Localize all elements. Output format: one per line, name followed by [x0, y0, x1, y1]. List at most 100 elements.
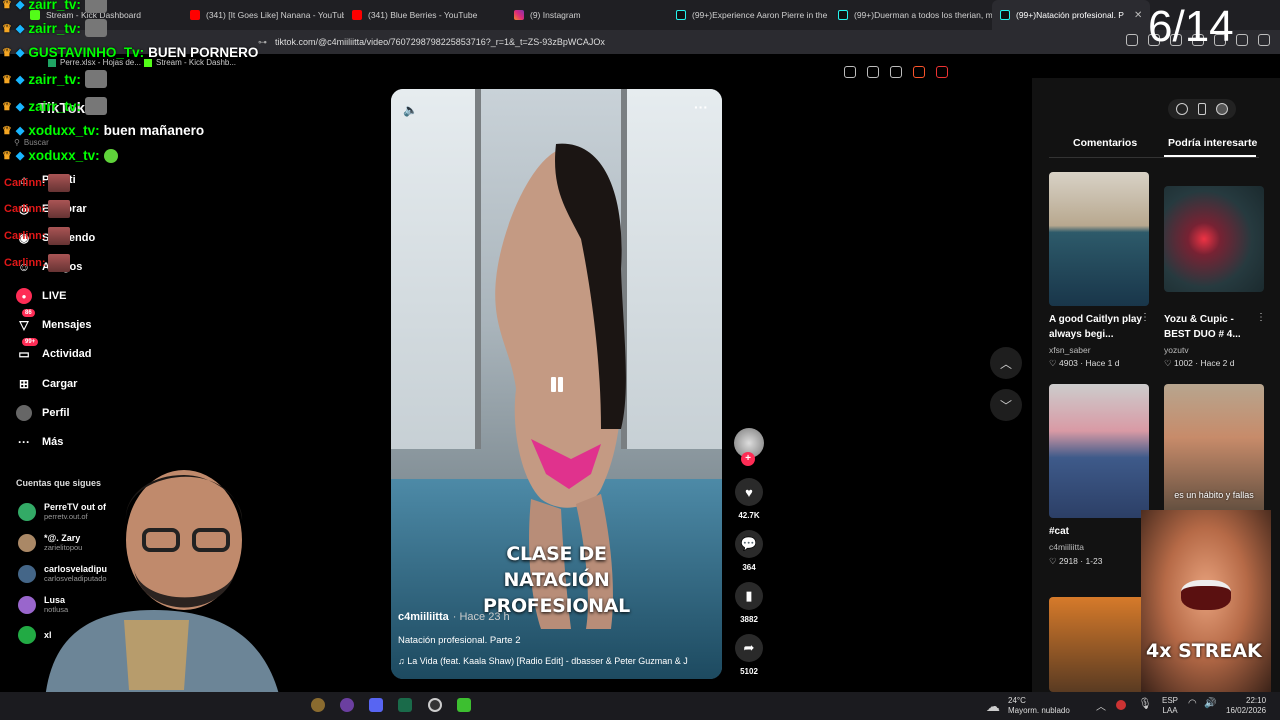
- weather-widget[interactable]: 24°C Mayorm. nublado: [1008, 696, 1070, 716]
- taskbar: [0, 692, 1280, 720]
- profile-avatar-icon[interactable]: [1216, 103, 1228, 115]
- volume-icon[interactable]: 🔈: [403, 103, 418, 117]
- sidebar-item-cargar[interactable]: ⊞ Cargar: [16, 376, 78, 392]
- tab-tiktok-aaron[interactable]: (99+)Experience Aaron Pierre in the: [668, 0, 830, 30]
- app-icon[interactable]: [340, 698, 354, 712]
- share-icon: ➦: [735, 634, 763, 662]
- card-user[interactable]: xfsn_saber: [1049, 345, 1091, 355]
- tab-tiktok-natacion[interactable]: (99+)Natación profesional. P ✕: [992, 0, 1150, 30]
- close-tab-icon[interactable]: ✕: [1134, 10, 1142, 21]
- emote-icon: [103, 148, 118, 163]
- extension-icon[interactable]: [1236, 34, 1248, 46]
- network-icon[interactable]: [1116, 700, 1126, 710]
- heart-icon: ♥: [735, 478, 763, 506]
- tab-youtube-nanana[interactable]: (341) [It Goes Like] Nanana - YouTube: [182, 0, 344, 30]
- weather-icon[interactable]: ☁: [986, 698, 1000, 715]
- card-user[interactable]: yozutv: [1164, 345, 1189, 355]
- rewards-icon[interactable]: [936, 66, 948, 78]
- emote-icon: [84, 70, 107, 88]
- kick-app-icon[interactable]: [457, 698, 471, 712]
- heart-outline-icon: ♡: [1164, 358, 1174, 368]
- sidebar-item-actividad[interactable]: ▭ 99+ Actividad: [16, 338, 92, 362]
- language-indicator[interactable]: ESP LAA: [1162, 696, 1178, 716]
- meme-overlay: [1141, 510, 1271, 692]
- chat-message: ♛ ◆ xoduxx_tv: buen mañanero: [2, 123, 205, 138]
- bookmark-icon: ▮: [735, 582, 763, 610]
- video-thumbnail[interactable]: [1049, 172, 1149, 306]
- brave-shield-icon[interactable]: [913, 66, 925, 78]
- tab-youtube-blueberries[interactable]: (341) Blue Berries - YouTube: [344, 0, 506, 30]
- pause-icon[interactable]: [547, 375, 567, 395]
- chat-message: ♛ ◆ zairr_tv:: [2, 97, 107, 115]
- app-icon[interactable]: [311, 698, 325, 712]
- video-thumbnail[interactable]: es un hábito y fallas: [1164, 384, 1264, 518]
- tray-up-icon[interactable]: ︿: [1096, 698, 1106, 713]
- emote-icon: [84, 97, 107, 115]
- video-music[interactable]: ♫ La Vida (feat. Kaala Shaw) [Radio Edit…: [398, 656, 688, 666]
- gem-icon: ◆: [15, 73, 25, 86]
- translate-icon[interactable]: [844, 66, 856, 78]
- tab-comentarios[interactable]: Comentarios: [1073, 137, 1137, 149]
- extension-icon[interactable]: [1126, 34, 1138, 46]
- sidebar-item-mensajes[interactable]: ▽ 86 Mensajes: [16, 309, 92, 333]
- overlay-counter: 6/14: [1148, 2, 1234, 51]
- wifi-icon[interactable]: ◠: [1188, 698, 1197, 709]
- tab-instagram[interactable]: (9) Instagram: [506, 0, 668, 30]
- sidebar-item-perfil[interactable]: Perfil: [16, 405, 70, 421]
- video-thumbnail[interactable]: [1049, 597, 1149, 692]
- browser-tab-bar: Stream - Kick Dashboard (341) [It Goes L…: [0, 0, 1280, 30]
- kebab-icon[interactable]: ⋮: [1256, 312, 1266, 323]
- streamer-webcam: [44, 470, 284, 720]
- volume-tray-icon[interactable]: 🔊: [1204, 698, 1216, 709]
- messages-icon: ▽ 86: [16, 309, 35, 333]
- save-button[interactable]: ▮ 3882: [734, 582, 764, 624]
- kebab-icon[interactable]: ⋮: [1140, 312, 1150, 323]
- app-icon[interactable]: [398, 698, 412, 712]
- reader-icon[interactable]: [867, 66, 879, 78]
- app-icon[interactable]: [428, 698, 442, 712]
- video-author[interactable]: c4miiliitta · Hace 23 h: [398, 611, 510, 623]
- menu-icon[interactable]: [1258, 34, 1270, 46]
- device-icon[interactable]: [1198, 103, 1206, 115]
- card-title[interactable]: A good Caitlyn play always begi...: [1049, 312, 1145, 342]
- chat-message: ♛ ◆ xoduxx_tv:: [2, 148, 118, 163]
- share-button[interactable]: ➦ 5102: [734, 634, 764, 676]
- more-options-icon[interactable]: ···: [694, 99, 708, 115]
- sidebar-item-mas[interactable]: ··· Más: [16, 434, 63, 450]
- card-user[interactable]: c4miiliitta: [1049, 542, 1084, 552]
- previous-video-button[interactable]: ︿: [990, 347, 1022, 379]
- tab-podria-interesarte[interactable]: Podría interesarte: [1168, 137, 1257, 149]
- chat-message-small: Carlinn:: [4, 200, 70, 218]
- chat-message-small: Carlinn:: [4, 254, 70, 272]
- chevron-up-icon: ︿: [999, 356, 1012, 371]
- card-title[interactable]: Yozu & Cupic - BEST DUO # 4...: [1164, 312, 1260, 342]
- video-caption: CLASE DE NATACIÓN PROFESIONAL: [483, 543, 630, 617]
- chat-message-small: Carlinn:: [4, 174, 70, 192]
- discord-icon[interactable]: [369, 698, 383, 712]
- video-description: Natación profesional. Parte 2: [398, 635, 521, 646]
- comment-button[interactable]: 💬 364: [734, 530, 764, 572]
- site-info-icon[interactable]: ⊶: [258, 37, 267, 48]
- gem-icon: ◆: [15, 0, 25, 11]
- microphone-icon[interactable]: 🎙: [1138, 697, 1152, 710]
- search-input[interactable]: ⚲ Buscar: [14, 138, 49, 147]
- url-field[interactable]: ⊶ tiktok.com/@c4miiliitta/video/76072987…: [258, 33, 978, 51]
- chevron-down-icon: ﹀: [999, 398, 1012, 413]
- browser-toolbar-icons: [844, 66, 948, 78]
- coin-icon[interactable]: [1176, 103, 1188, 115]
- crown-icon: ♛: [2, 22, 12, 35]
- follow-plus-icon[interactable]: +: [741, 452, 755, 466]
- comment-icon: 💬: [735, 530, 763, 558]
- tab-tiktok-therian[interactable]: (99+)Duerman a todos los therian, m: [830, 0, 992, 30]
- video-thumbnail[interactable]: [1164, 186, 1264, 292]
- next-video-button[interactable]: ﹀: [990, 389, 1022, 421]
- clock[interactable]: 22:10 16/02/2026: [1226, 696, 1266, 716]
- sidebar-item-live[interactable]: ● LIVE: [16, 288, 66, 304]
- card-title[interactable]: #cat: [1049, 524, 1145, 539]
- video-thumbnail[interactable]: [1049, 384, 1149, 518]
- like-button[interactable]: ♥ 42.7K: [734, 478, 764, 520]
- video-player[interactable]: 🔈 ··· CLASE DE NATACIÓN PROFESIONAL c4mi…: [391, 89, 722, 679]
- share-icon[interactable]: [890, 66, 902, 78]
- heart-outline-icon: ♡: [1049, 358, 1059, 368]
- tiktok-icon: [1000, 10, 1010, 20]
